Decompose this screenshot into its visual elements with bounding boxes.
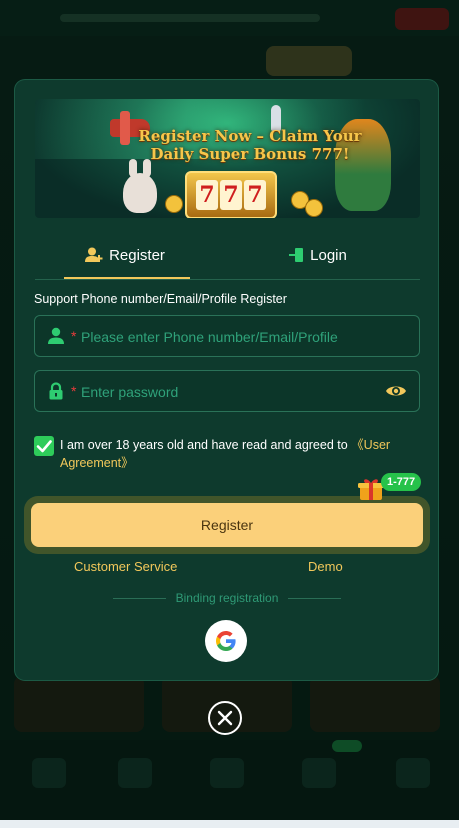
- password-field[interactable]: *: [34, 370, 420, 412]
- check-icon: [36, 440, 52, 453]
- tab-register[interactable]: Register: [35, 232, 215, 278]
- promo-banner: Register Now – Claim Your Daily Super Bo…: [35, 99, 420, 218]
- tab-login[interactable]: Login: [215, 232, 420, 278]
- google-login-button[interactable]: [205, 620, 247, 662]
- password-input[interactable]: [79, 379, 383, 405]
- agreement-checkbox[interactable]: [34, 436, 54, 456]
- agreement-statement: I am over 18 years old and have read and…: [60, 438, 352, 452]
- slot-machine: 7 7 7: [185, 171, 277, 218]
- rabbit-illustration: [123, 159, 157, 213]
- phone-email-input[interactable]: [79, 324, 383, 350]
- slot-digit: 7: [220, 180, 242, 210]
- phone-email-field[interactable]: *: [34, 315, 420, 357]
- bonus-badge: 1-777: [381, 473, 422, 491]
- support-text: Support Phone number/Email/Profile Regis…: [34, 292, 287, 306]
- required-mark: *: [71, 328, 77, 344]
- binding-registration-label: Binding registration: [175, 591, 279, 605]
- required-mark: *: [71, 383, 77, 399]
- banner-headline: Register Now – Claim Your Daily Super Bo…: [138, 127, 362, 163]
- binding-registration-divider: Binding registration: [113, 591, 342, 605]
- google-icon: [216, 631, 236, 651]
- tabs-divider: [35, 279, 420, 280]
- frame-bottom-edge: [0, 820, 459, 828]
- user-plus-icon: [85, 247, 103, 262]
- register-modal: Register Now – Claim Your Daily Super Bo…: [15, 80, 438, 680]
- login-door-icon: [289, 248, 304, 262]
- slot-digit: 7: [244, 180, 266, 210]
- demo-link[interactable]: Demo: [308, 559, 343, 574]
- tab-login-label: Login: [310, 246, 347, 264]
- user-icon: [48, 327, 64, 344]
- register-button[interactable]: Register: [31, 503, 423, 547]
- agreement-text: I am over 18 years old and have read and…: [60, 436, 420, 472]
- lock-icon: [49, 382, 63, 400]
- close-modal-button[interactable]: [208, 701, 242, 735]
- slot-digit: 7: [196, 180, 218, 210]
- tab-register-label: Register: [109, 246, 165, 264]
- eye-icon[interactable]: [385, 382, 407, 400]
- close-icon: [217, 710, 233, 726]
- customer-service-link[interactable]: Customer Service: [74, 559, 177, 574]
